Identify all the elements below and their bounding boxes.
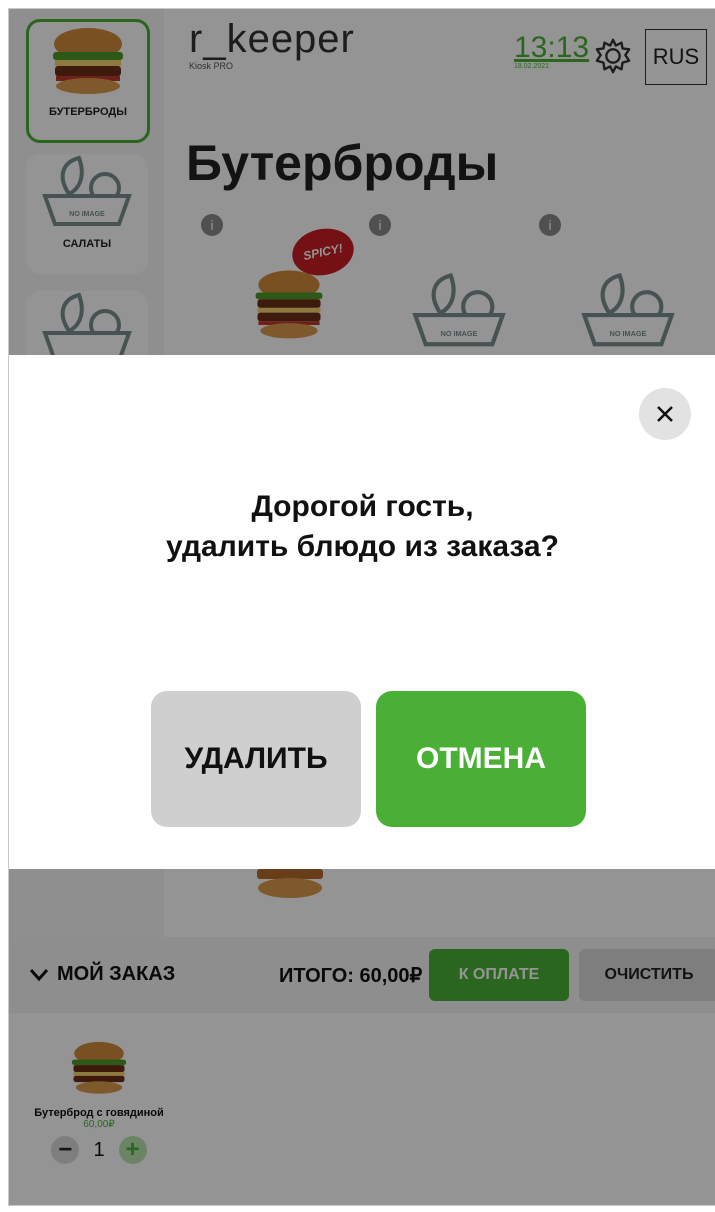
- delete-button[interactable]: УДАЛИТЬ: [151, 691, 361, 827]
- cancel-button[interactable]: ОТМЕНА: [376, 691, 586, 827]
- confirm-delete-dialog: Дорогой гость, удалить блюдо из заказа? …: [9, 355, 715, 869]
- close-button[interactable]: [639, 388, 691, 440]
- kiosk-frame: БУТЕРБРОДЫ NO IMAGE САЛАТЫ r_keeper Kios…: [8, 8, 715, 1206]
- dialog-question-line1: Дорогой гость,: [251, 490, 474, 523]
- dialog-question: Дорогой гость, удалить блюдо из заказа?: [9, 487, 715, 567]
- dialog-question-line2: удалить блюдо из заказа?: [166, 530, 559, 563]
- close-icon: [657, 406, 673, 422]
